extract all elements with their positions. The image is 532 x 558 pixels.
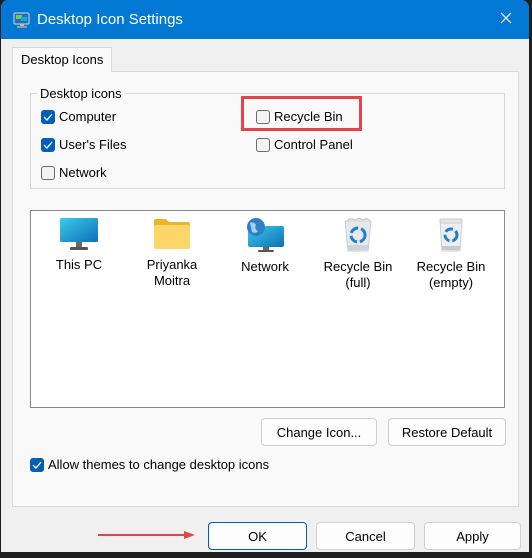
- checkbox-label: Recycle Bin: [274, 109, 343, 124]
- checkbox-users-files[interactable]: User's Files: [41, 137, 127, 152]
- recycle-bin-full-icon: [344, 218, 372, 252]
- checkbox-label: User's Files: [59, 137, 127, 152]
- icon-label-line2: Moitra: [153, 273, 191, 288]
- checkbox-network[interactable]: Network: [41, 165, 107, 180]
- icon-label-line2: (full): [345, 275, 371, 290]
- icon-label: Network: [241, 259, 289, 274]
- checkbox-box[interactable]: [30, 457, 44, 472]
- checkbox-label: Control Panel: [274, 137, 353, 152]
- dialog-window: Desktop Icon Settings Desktop Icons Desk…: [0, 0, 529, 552]
- checkmark-icon: [43, 113, 53, 121]
- title-bar[interactable]: Desktop Icon Settings: [1, 0, 529, 39]
- arrow-annotation-icon: [98, 531, 195, 539]
- change-icon-button[interactable]: Change Icon...: [261, 418, 377, 446]
- icon-item-user-folder[interactable]: Priyanka Moitra: [127, 217, 217, 289]
- checkbox-box[interactable]: [41, 109, 55, 124]
- checkmark-icon: [32, 461, 42, 469]
- folder-icon: [154, 219, 190, 249]
- tab-desktop-icons[interactable]: Desktop Icons: [12, 47, 113, 72]
- icon-item-recycle-bin-full[interactable]: Recycle Bin (full): [313, 217, 403, 291]
- tab-panel: Desktop icons Computer User's Files Netw…: [12, 71, 519, 507]
- monitor-icon: [60, 218, 98, 250]
- close-button[interactable]: [483, 0, 529, 39]
- icon-item-this-pc[interactable]: This PC: [34, 217, 124, 273]
- icon-label: Recycle Bin: [323, 259, 393, 274]
- icon-list-view[interactable]: This PC Priyanka Moitra Network Recycle …: [30, 210, 505, 408]
- checkbox-label: Network: [59, 165, 107, 180]
- network-globe-icon: [247, 218, 284, 252]
- apply-button[interactable]: Apply: [424, 522, 521, 550]
- checkbox-box[interactable]: [256, 137, 270, 152]
- close-icon: [499, 11, 513, 28]
- icon-item-recycle-bin-empty[interactable]: Recycle Bin (empty): [406, 217, 496, 291]
- checkbox-label: Computer: [59, 109, 117, 124]
- recycle-bin-empty-icon: [439, 218, 463, 252]
- ok-button[interactable]: OK: [208, 522, 307, 550]
- icon-item-network[interactable]: Network: [220, 217, 310, 275]
- cancel-button[interactable]: Cancel: [316, 522, 415, 550]
- checkbox-box[interactable]: [256, 109, 270, 124]
- monitor-settings-icon: [13, 11, 31, 29]
- icon-label: Recycle Bin: [416, 259, 486, 274]
- checkbox-computer[interactable]: Computer: [41, 109, 116, 124]
- checkbox-box[interactable]: [41, 137, 55, 152]
- checkbox-allow-themes[interactable]: Allow themes to change desktop icons: [30, 457, 269, 472]
- group-legend: Desktop icons: [40, 86, 122, 101]
- checkbox-recycle-bin[interactable]: Recycle Bin: [256, 109, 343, 124]
- restore-default-button[interactable]: Restore Default: [388, 418, 506, 446]
- window-title: Desktop Icon Settings: [37, 11, 183, 28]
- checkbox-box[interactable]: [41, 165, 55, 180]
- checkmark-icon: [43, 141, 53, 149]
- checkbox-control-panel[interactable]: Control Panel: [256, 137, 353, 152]
- icon-label: Priyanka: [146, 257, 198, 272]
- checkbox-label: Allow themes to change desktop icons: [48, 457, 270, 472]
- icon-label: This PC: [55, 257, 103, 272]
- icon-label-line2: (empty): [428, 275, 474, 290]
